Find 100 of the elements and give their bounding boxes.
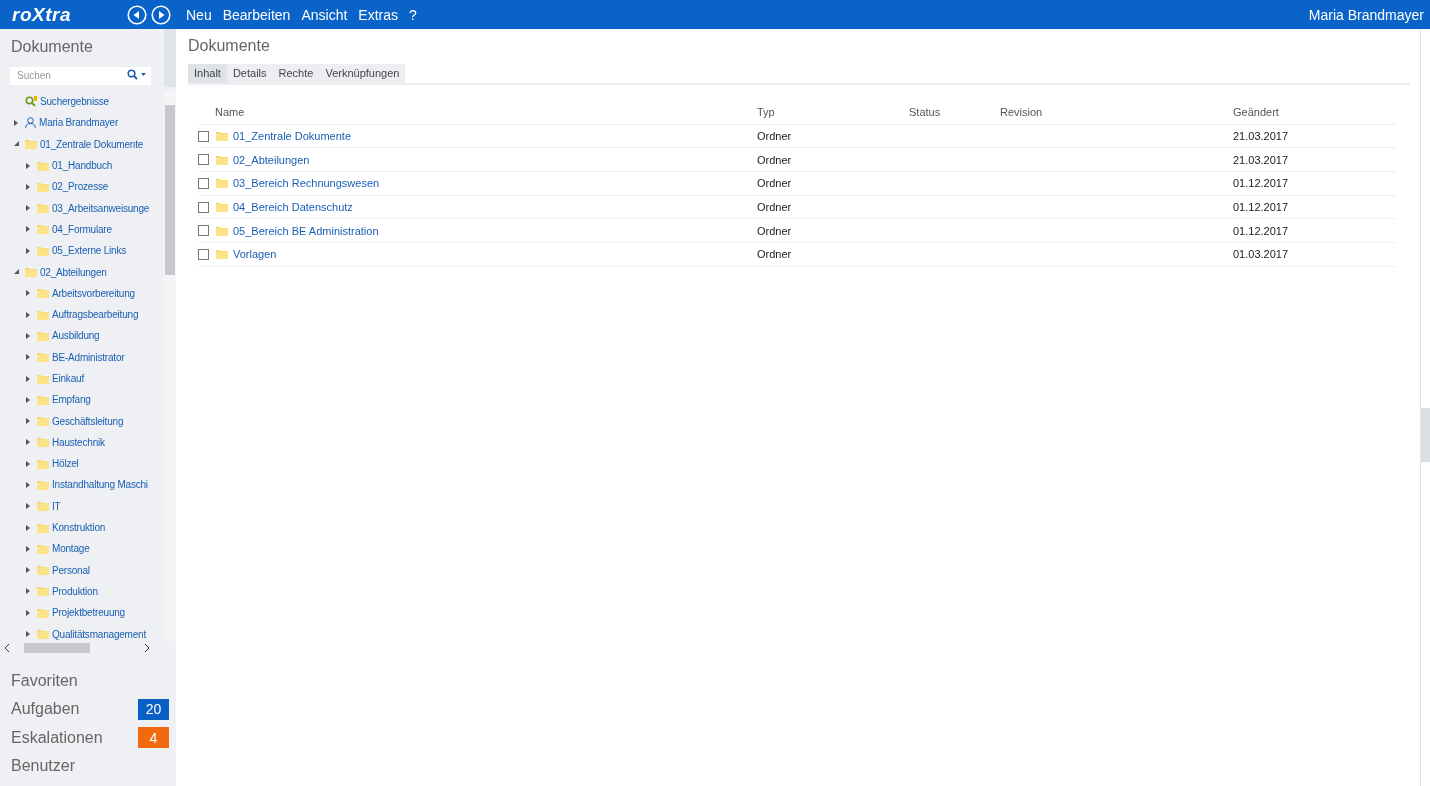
forward-icon[interactable] bbox=[151, 4, 171, 25]
side-panel-handle[interactable] bbox=[1421, 408, 1430, 462]
back-icon[interactable] bbox=[127, 4, 147, 25]
tree-item[interactable]: 01_Zentrale Dokumente bbox=[0, 133, 164, 155]
table-cell-text: 01.03.2017 bbox=[1233, 248, 1290, 261]
tree-item[interactable]: Ausbildung bbox=[0, 325, 164, 347]
collapsed-arrow-icon[interactable] bbox=[26, 609, 31, 616]
tab[interactable]: Verknüpfungen bbox=[319, 64, 406, 83]
menu-item[interactable]: Bearbeiten bbox=[222, 6, 291, 23]
tree-item[interactable]: Projektbetreuung bbox=[0, 602, 164, 624]
checkbox[interactable] bbox=[198, 225, 209, 237]
folder-icon bbox=[37, 586, 49, 597]
tree-item[interactable]: Arbeitsvorbereitung bbox=[0, 282, 164, 304]
checkbox[interactable] bbox=[198, 248, 209, 260]
tree-item[interactable]: 02_Prozesse bbox=[0, 176, 164, 198]
collapsed-arrow-icon[interactable] bbox=[26, 375, 31, 382]
user-name[interactable]: Maria Brandmayer bbox=[1308, 6, 1424, 23]
folder-link[interactable]: Vorlagen bbox=[233, 248, 277, 261]
folder-link[interactable]: 02_Abteilungen bbox=[233, 153, 310, 166]
collapsed-arrow-icon[interactable] bbox=[26, 183, 31, 190]
tree-item[interactable]: Qualitätsmanagement bbox=[0, 623, 164, 641]
sidebar-section[interactable]: Eskalationen 4 bbox=[0, 723, 176, 752]
checkbox[interactable] bbox=[198, 130, 209, 142]
tree-item[interactable]: 04_Formulare bbox=[0, 218, 164, 241]
tree-item[interactable]: 03_Arbeitsanweisunge bbox=[0, 197, 164, 219]
collapsed-arrow-icon[interactable] bbox=[26, 162, 31, 169]
tree-item[interactable]: Montage bbox=[0, 538, 164, 560]
scroll-right-icon[interactable] bbox=[144, 644, 150, 652]
collapsed-arrow-icon[interactable] bbox=[26, 205, 31, 212]
tree-item[interactable]: Auftragsbearbeitung bbox=[0, 303, 164, 326]
column-header[interactable]: Revision bbox=[1000, 106, 1233, 119]
collapsed-arrow-icon[interactable] bbox=[26, 332, 31, 339]
tree-item[interactable]: IT bbox=[0, 495, 164, 517]
tree-item[interactable]: 05_Externe Links bbox=[0, 240, 164, 262]
checkbox[interactable] bbox=[198, 154, 209, 166]
column-header[interactable]: Typ bbox=[757, 106, 909, 119]
collapsed-arrow-icon[interactable] bbox=[14, 119, 19, 126]
column-header[interactable]: Geändert bbox=[1233, 106, 1396, 119]
tree-item[interactable]: 01_Handbuch bbox=[0, 154, 164, 177]
collapsed-arrow-icon[interactable] bbox=[26, 631, 31, 638]
tree-item[interactable]: Personal bbox=[0, 559, 164, 581]
folder-icon bbox=[216, 178, 228, 189]
folder-icon bbox=[37, 288, 49, 299]
tree-item[interactable]: BE-Administrator bbox=[0, 346, 164, 368]
collapse-handle[interactable] bbox=[164, 29, 176, 87]
tab[interactable]: Details bbox=[226, 64, 273, 83]
folder-link[interactable]: 05_Bereich BE Administration bbox=[233, 224, 379, 237]
table-cell-text: Ordner bbox=[757, 177, 793, 190]
checkbox[interactable] bbox=[198, 201, 209, 213]
collapsed-arrow-icon[interactable] bbox=[26, 226, 31, 233]
collapsed-arrow-icon[interactable] bbox=[26, 460, 31, 467]
tree-item[interactable]: Einkauf bbox=[0, 367, 164, 390]
menu-item[interactable]: Extras bbox=[358, 6, 398, 23]
collapsed-arrow-icon[interactable] bbox=[26, 482, 31, 488]
expanded-arrow-icon[interactable] bbox=[14, 141, 19, 148]
collapsed-arrow-icon[interactable] bbox=[26, 354, 31, 361]
collapsed-arrow-icon[interactable] bbox=[26, 567, 31, 574]
folder-link[interactable]: 01_Zentrale Dokumente bbox=[233, 130, 351, 143]
collapsed-arrow-icon[interactable] bbox=[26, 545, 31, 552]
folder-icon bbox=[37, 330, 49, 341]
tree-item[interactable]: Produktion bbox=[0, 580, 164, 603]
column-header[interactable]: Status bbox=[909, 106, 1000, 119]
sidebar-section[interactable]: Benutzer bbox=[0, 751, 176, 781]
collapsed-arrow-icon[interactable] bbox=[26, 503, 31, 510]
search-field[interactable]: Suchen bbox=[10, 66, 151, 85]
sidebar-section[interactable]: Aufgaben 20 bbox=[0, 695, 176, 724]
count-badge: 20 bbox=[138, 698, 169, 720]
collapsed-arrow-icon[interactable] bbox=[26, 290, 31, 297]
tree-item[interactable]: Empfang bbox=[0, 389, 164, 411]
sidebar-section[interactable]: Favoriten bbox=[0, 667, 176, 696]
tree-item[interactable]: Konstruktion bbox=[0, 516, 164, 539]
scroll-left-icon[interactable] bbox=[4, 644, 10, 652]
tree-item[interactable]: 02_Abteilungen bbox=[0, 261, 164, 283]
tree-item[interactable]: Hölzel bbox=[0, 453, 164, 475]
menu-item[interactable]: Neu bbox=[186, 6, 212, 23]
tree-item[interactable]: Instandhaltung Maschi bbox=[0, 474, 164, 496]
collapsed-arrow-icon[interactable] bbox=[26, 311, 31, 318]
folder-icon bbox=[37, 480, 49, 490]
menu-item[interactable]: ? bbox=[409, 6, 417, 23]
tab[interactable]: Inhalt bbox=[188, 64, 227, 83]
expanded-arrow-icon[interactable] bbox=[14, 269, 19, 275]
table-cell-text: Ordner bbox=[757, 224, 793, 237]
column-header[interactable]: Name bbox=[198, 106, 757, 119]
collapsed-arrow-icon[interactable] bbox=[26, 439, 31, 446]
tree-item[interactable]: Haustechnik bbox=[0, 431, 164, 454]
collapsed-arrow-icon[interactable] bbox=[26, 247, 31, 254]
tree-item[interactable]: Suchergebnisse bbox=[0, 91, 164, 113]
tab[interactable]: Rechte bbox=[272, 64, 320, 83]
vertical-scrollbar[interactable] bbox=[164, 91, 176, 641]
collapsed-arrow-icon[interactable] bbox=[26, 396, 31, 403]
folder-link[interactable]: 03_Bereich Rechnungswesen bbox=[233, 177, 380, 190]
collapsed-arrow-icon[interactable] bbox=[26, 418, 31, 425]
folder-link[interactable]: 04_Bereich Datenschutz bbox=[233, 201, 353, 214]
tree-item[interactable]: Geschäftsleitung bbox=[0, 410, 164, 432]
search-icon[interactable] bbox=[127, 69, 147, 80]
tree-item[interactable]: Maria Brandmayer bbox=[0, 112, 164, 134]
collapsed-arrow-icon[interactable] bbox=[26, 524, 31, 531]
menu-item[interactable]: Ansicht bbox=[301, 6, 348, 23]
checkbox[interactable] bbox=[198, 177, 209, 189]
collapsed-arrow-icon[interactable] bbox=[26, 588, 31, 595]
